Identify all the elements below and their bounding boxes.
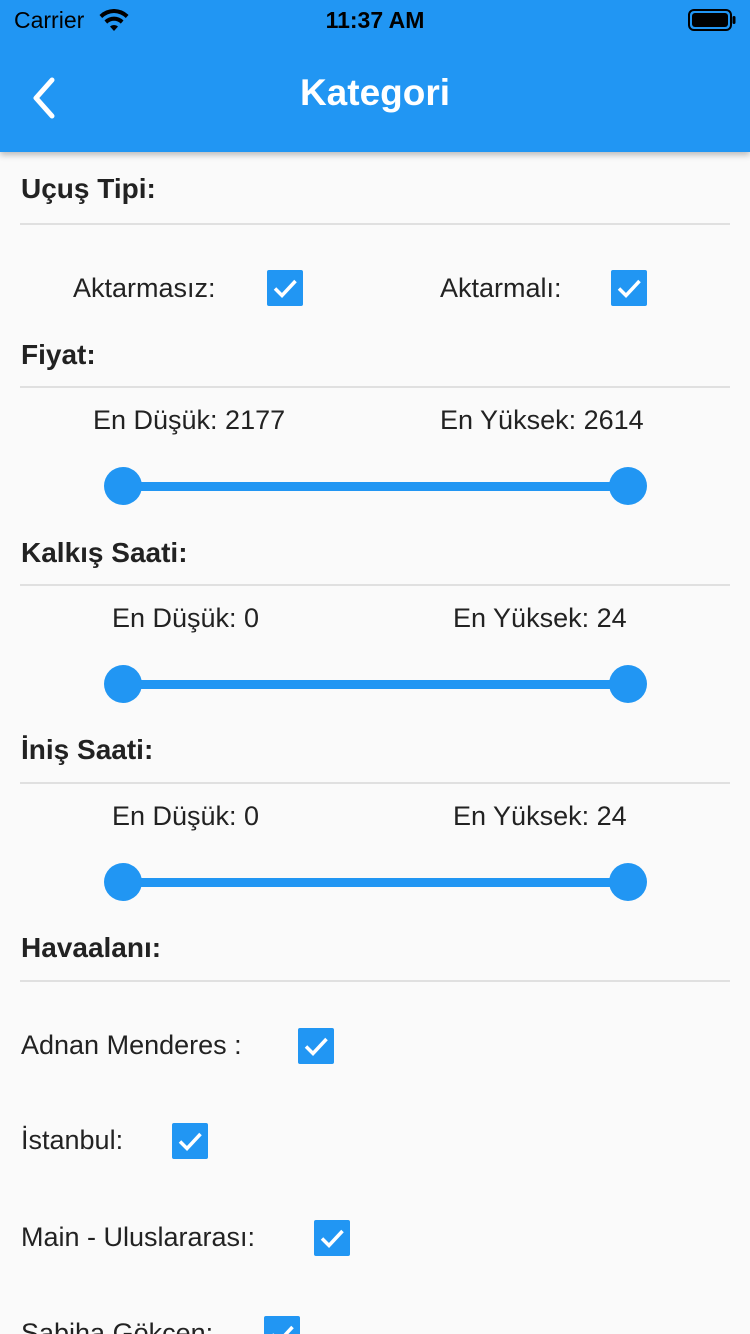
airport-label-adnan-menderes: Adnan Menderes : <box>21 1030 242 1060</box>
status-bar: Carrier 11:37 AM <box>0 0 750 40</box>
arrival-slider-max-thumb[interactable] <box>609 863 647 901</box>
airport-checkbox-istanbul[interactable] <box>172 1123 208 1159</box>
departure-slider-min-thumb[interactable] <box>104 665 142 703</box>
arrival-max-label: En Yüksek: 24 <box>453 801 627 831</box>
arrival-time-title: İniş Saati: <box>21 734 154 765</box>
divider <box>20 386 730 388</box>
nonstop-checkbox[interactable] <box>267 270 303 306</box>
check-icon <box>272 1325 294 1334</box>
price-slider-min-thumb[interactable] <box>104 467 142 505</box>
check-icon <box>320 1229 344 1249</box>
clock: 11:37 AM <box>325 7 425 33</box>
battery-icon <box>688 9 736 37</box>
departure-max-label: En Yüksek: 24 <box>453 603 627 633</box>
arrival-slider-min-thumb[interactable] <box>104 863 142 901</box>
app-bar: Carrier 11:37 AM Kategori <box>0 0 750 152</box>
departure-min-label: En Düşük: 0 <box>112 603 260 633</box>
divider <box>20 980 730 982</box>
price-slider-max-thumb[interactable] <box>609 467 647 505</box>
price-title: Fiyat: <box>21 339 96 370</box>
price-slider-track[interactable] <box>123 482 628 491</box>
airport-checkbox-sabiha-gokcen[interactable] <box>264 1316 300 1334</box>
departure-slider-track[interactable] <box>123 680 628 689</box>
arrival-slider-track[interactable] <box>123 878 628 887</box>
flight-type-title: Uçuş Tipi: <box>21 173 156 204</box>
connecting-checkbox[interactable] <box>611 270 647 306</box>
divider <box>20 782 730 784</box>
airport-checkbox-adnan-menderes[interactable] <box>298 1028 334 1064</box>
airport-label-sabiha-gokcen: Sabiha Gökçen: <box>21 1318 214 1334</box>
departure-slider-max-thumb[interactable] <box>609 665 647 703</box>
screen: Carrier 11:37 AM Kategori Uçuş Tipi: Akt… <box>0 0 750 1334</box>
nonstop-label: Aktarmasız: <box>73 273 216 303</box>
airport-title: Havaalanı: <box>21 932 162 963</box>
price-max-label: En Yüksek: 2614 <box>440 405 644 435</box>
arrival-min-label: En Düşük: 0 <box>112 801 260 831</box>
connecting-label: Aktarmalı: <box>440 273 562 303</box>
departure-time-title: Kalkış Saati: <box>21 537 188 568</box>
check-icon <box>304 1037 328 1057</box>
divider <box>20 223 730 225</box>
price-min-label: En Düşük: 2177 <box>93 405 286 435</box>
check-icon <box>273 279 297 299</box>
check-icon <box>178 1132 202 1152</box>
airport-checkbox-main-international[interactable] <box>314 1220 350 1256</box>
check-icon <box>617 279 641 299</box>
airport-label-main-international: Main - Uluslararası: <box>21 1222 256 1252</box>
page-title: Kategori <box>299 72 451 113</box>
airport-label-istanbul: İstanbul: <box>21 1125 124 1155</box>
divider <box>20 584 730 586</box>
